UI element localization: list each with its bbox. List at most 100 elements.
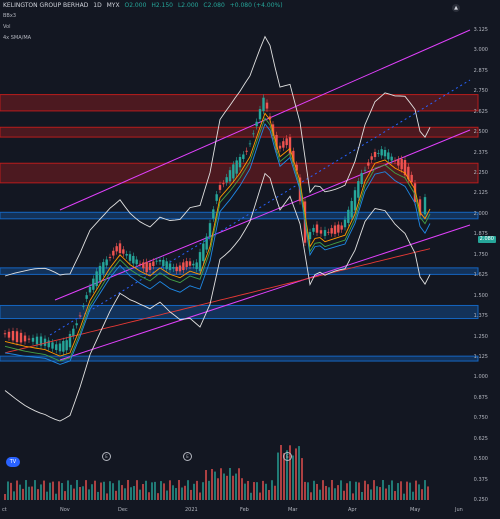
candle-body [208,223,212,238]
candle-body [7,331,11,338]
price-chart[interactable] [0,0,500,515]
resistance-zone [0,94,479,112]
volume-bar [49,482,51,500]
price-tick-label: 2.375 [473,149,488,156]
tradingview-logo-icon[interactable]: TV [6,457,20,467]
price-tick-label: 3.000 [473,47,488,54]
indicator-bb-label[interactable]: BBx3 [3,13,16,19]
indicator-sma-label[interactable]: 4x SMA/MA [3,35,31,41]
volume-bar [217,478,219,500]
volume-bar [130,487,132,500]
earnings-event-icon[interactable]: E [102,452,111,461]
time-tick-label: Feb [240,507,249,513]
candle-body [19,332,23,343]
sma-green-line [4,117,431,362]
candle-body [393,160,397,162]
price-tick-label: 3.125 [473,27,488,33]
volume-bar [268,489,270,500]
volume-bar [94,480,96,500]
candle-body [195,262,198,269]
volume-bar [88,489,90,500]
volume-bar [136,480,138,500]
chart-header: KELINGTON GROUP BERHAD 1D MYX O2.000 H2.… [3,2,286,10]
candle-body [319,230,323,234]
candle-body [112,250,115,256]
candle-body [138,263,142,265]
candle-body [312,227,315,232]
volume-bar [43,480,45,500]
candle-body [337,224,340,233]
volume-bar [163,483,165,500]
resistance-zone [0,126,479,138]
volume-bar [226,475,228,500]
candle-body [343,219,347,228]
volume-bar [97,491,99,500]
candle-body [265,102,269,109]
price-tick-label: 2.250 [473,170,488,177]
volume-bar [160,481,162,500]
support-zone [0,211,479,220]
volume-bar [424,480,426,500]
candle-body [390,156,393,161]
volume-bar [388,484,390,500]
time-tick-label: 2021 [185,507,198,513]
volume-bar [103,481,105,500]
volume-bar [280,445,282,500]
volume-bar [409,482,411,500]
candle-body [255,121,258,127]
price-tick-label: 1.875 [473,231,488,238]
volume-bar [70,484,72,500]
volume-bar [307,482,309,500]
candle-body [235,160,238,174]
volume-bar [385,488,387,500]
candle-body [357,181,360,198]
volume-bar [175,488,177,500]
indicator-vol-label[interactable]: Vol [3,24,10,30]
price-tick-label: 1.125 [473,353,488,360]
price-tick-label: 1.000 [473,374,488,381]
candle-body [82,306,85,308]
chart-canvas[interactable] [0,0,500,515]
candle-body [248,143,252,145]
volume-bar [25,480,27,500]
earnings-event-icon[interactable]: E [283,452,292,461]
volume-bar [106,493,108,500]
candle-body [88,286,92,293]
volume-bar [241,478,243,500]
volume-bar [277,452,279,500]
candle-body [55,344,58,350]
channel-lower-line [59,224,471,361]
candle-body [222,183,225,185]
candle-body [258,109,262,120]
volume-bar [112,483,114,500]
candle-body [370,156,373,160]
price-tick-label: 0.500 [473,456,488,463]
candle-body [347,209,350,223]
candle-body [115,246,118,252]
volume-bar [295,448,297,500]
earnings-event-icon[interactable]: E [183,452,192,461]
volume-bar [13,491,15,500]
candle-body [252,133,255,135]
volume-bar [400,481,402,500]
volume-bar [367,484,369,500]
volume-bar [28,486,30,500]
volume-bar [340,480,342,500]
candle-body [105,259,108,266]
volume-bar [343,490,345,500]
scroll-up-icon[interactable]: ▲ [452,4,460,12]
volume-bar [19,484,21,500]
volume-bar [52,481,54,500]
volume-bar [238,468,240,500]
interval[interactable]: 1D [93,2,101,9]
candle-body [175,266,178,272]
candle-body [333,225,337,234]
volume-bar [271,480,273,500]
symbol-name[interactable]: KELINGTON GROUP BERHAD [3,2,88,9]
candle-body [330,228,333,234]
candle-body [135,259,138,265]
high-value: H2.150 [151,2,174,9]
candle-body [128,254,132,261]
volume-bar [415,480,417,500]
candle-body [182,262,185,271]
